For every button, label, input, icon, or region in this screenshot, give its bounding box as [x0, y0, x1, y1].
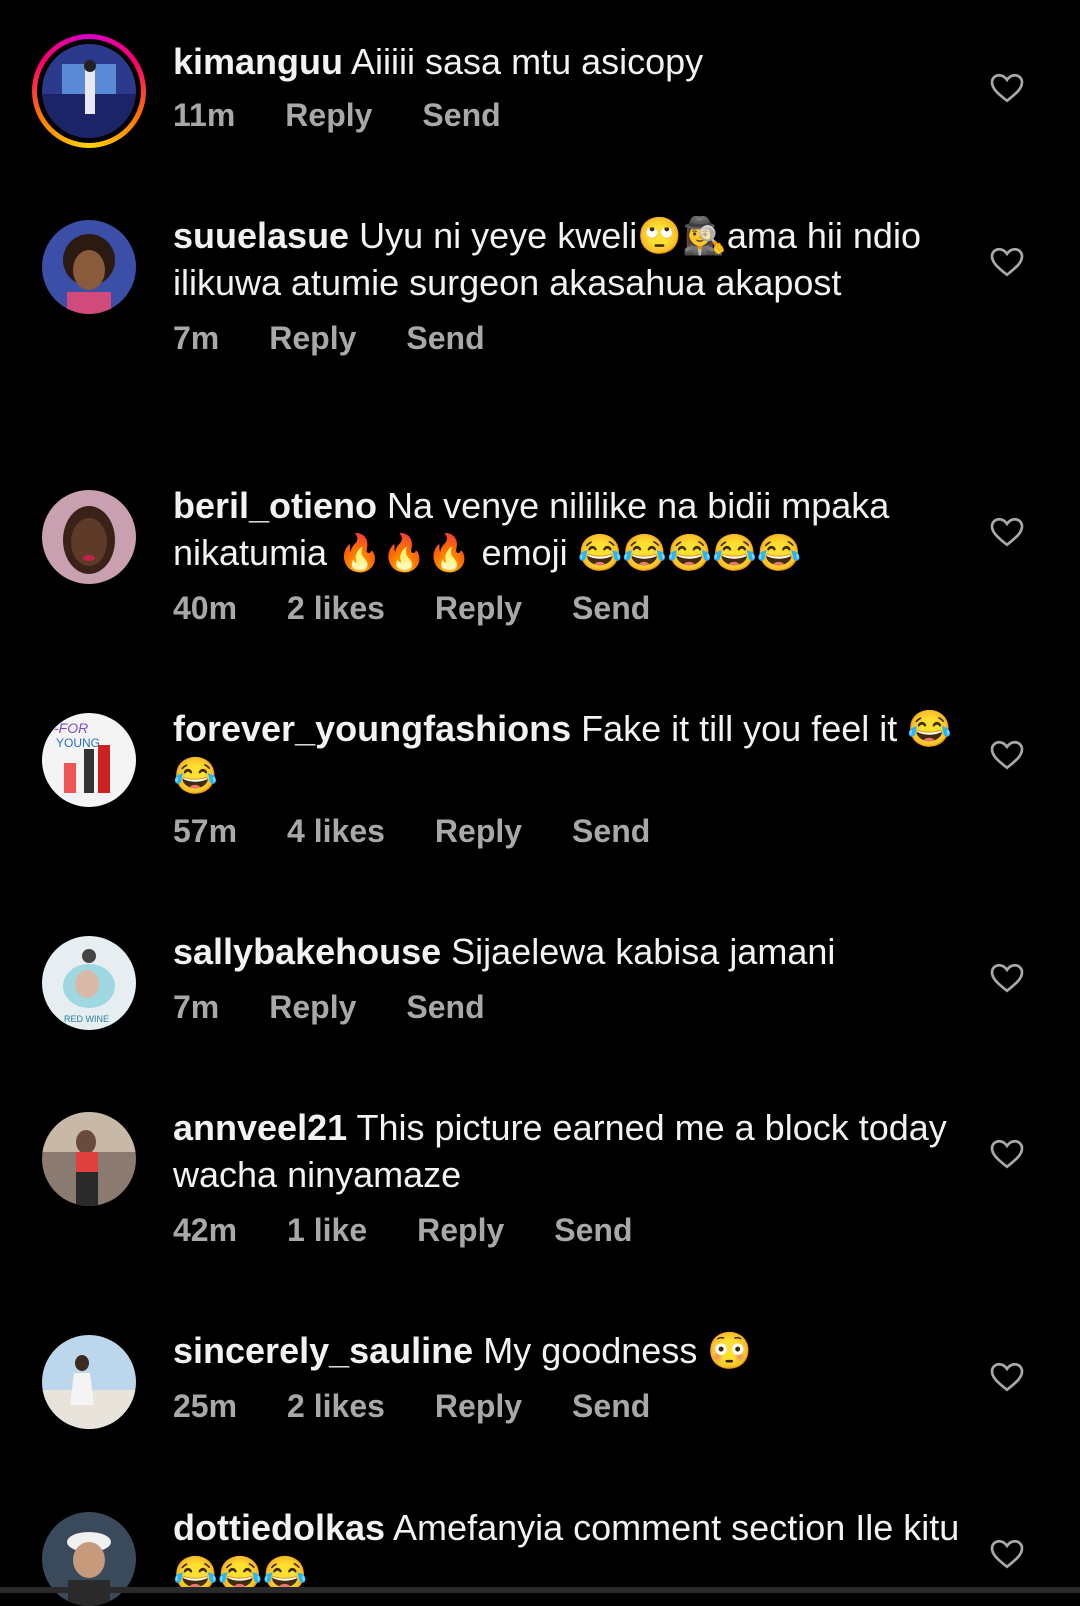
like-count[interactable]: 2 likes [287, 1388, 385, 1425]
reply-button[interactable]: Reply [417, 1212, 504, 1249]
heart-outline-icon[interactable] [989, 244, 1025, 280]
heart-outline-icon[interactable] [989, 1536, 1025, 1572]
bottom-edge [0, 1587, 1080, 1593]
reply-button[interactable]: Reply [435, 590, 522, 627]
reply-button[interactable]: Reply [269, 989, 356, 1026]
send-button[interactable]: Send [422, 97, 500, 134]
heart-outline-icon[interactable] [989, 960, 1025, 996]
comment-time: 7m [173, 989, 220, 1025]
comment-username[interactable]: forever_youngfashions [173, 708, 571, 749]
avatar[interactable] [32, 34, 146, 148]
svg-text:RED WINE: RED WINE [64, 1014, 109, 1024]
send-button[interactable]: Send [406, 989, 484, 1026]
avatar[interactable]: -FOR YOUNG [42, 713, 136, 807]
svg-text:-FOR: -FOR [54, 720, 88, 736]
like-count[interactable]: 2 likes [287, 590, 385, 627]
comment-time: 7m [173, 320, 220, 356]
comment-username[interactable]: sincerely_sauline [173, 1330, 473, 1371]
heart-outline-icon[interactable] [989, 514, 1025, 550]
comment-time: 42m [173, 1212, 238, 1248]
comment-username[interactable]: beril_otieno [173, 485, 377, 526]
avatar[interactable] [42, 1335, 136, 1429]
avatar[interactable] [42, 1112, 136, 1206]
reply-button[interactable]: Reply [435, 1388, 522, 1425]
heart-outline-icon[interactable] [989, 737, 1025, 773]
comment-username[interactable]: sallybakehouse [173, 931, 441, 972]
comment-time: 25m [173, 1388, 238, 1424]
comment-username[interactable]: suuelasue [173, 215, 349, 256]
svg-text:YOUNG: YOUNG [56, 736, 100, 750]
send-button[interactable]: Send [572, 813, 650, 850]
comment-username[interactable]: dottiedolkas [173, 1507, 385, 1548]
reply-button[interactable]: Reply [435, 813, 522, 850]
avatar[interactable] [42, 220, 136, 314]
comment-text: Sijaelewa kabisa jamani [451, 931, 836, 972]
comment-time: 40m [173, 590, 238, 626]
comment-text: My goodness 😳 [483, 1330, 753, 1371]
avatar[interactable] [42, 490, 136, 584]
comment-text: Aiiiii sasa mtu asicopy [351, 41, 704, 82]
reply-button[interactable]: Reply [269, 320, 356, 357]
heart-outline-icon[interactable] [989, 1136, 1025, 1172]
comment-time: 11m [173, 97, 236, 133]
send-button[interactable]: Send [572, 1388, 650, 1425]
heart-outline-icon[interactable] [989, 1359, 1025, 1395]
like-count[interactable]: 1 like [287, 1212, 367, 1249]
comment-time: 57m [173, 813, 238, 849]
reply-button[interactable]: Reply [285, 97, 372, 134]
comment-username[interactable]: annveel21 [173, 1107, 347, 1148]
send-button[interactable]: Send [406, 320, 484, 357]
avatar[interactable]: RED WINE [42, 936, 136, 1030]
send-button[interactable]: Send [572, 590, 650, 627]
send-button[interactable]: Send [554, 1212, 632, 1249]
comment-username[interactable]: kimanguu [173, 41, 343, 82]
heart-outline-icon[interactable] [989, 70, 1025, 106]
like-count[interactable]: 4 likes [287, 813, 385, 850]
